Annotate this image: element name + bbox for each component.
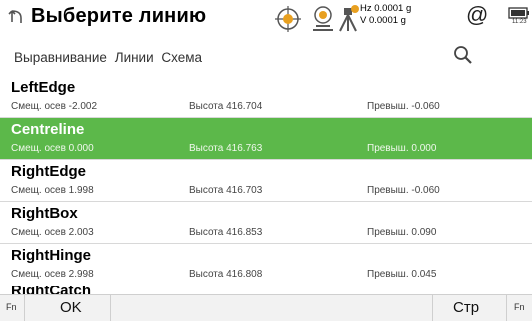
elevation-diff-value: Превыш. -0.060: [367, 101, 440, 112]
height-value: Высота 416.853: [189, 227, 263, 238]
list-item-selected[interactable]: Centreline Смещ. осев 0.000 Высота 416.7…: [0, 118, 532, 160]
height-value: Высота 416.808: [189, 269, 263, 280]
elevation-diff-value: Превыш. 0.000: [367, 143, 437, 154]
title-bar: Выберите линию Hz 0.0001 g V 0.0001 g @: [0, 0, 532, 40]
bottom-bar: Fn OK Стр Fn: [0, 294, 532, 321]
angle-readout: Hz 0.0001 g V 0.0001 g: [360, 3, 411, 27]
hz-readout: Hz 0.0001 g: [360, 3, 412, 14]
elevation-diff-value: Превыш. -0.060: [367, 185, 440, 196]
ok-button[interactable]: OK: [60, 299, 82, 316]
back-arrow-icon[interactable]: [5, 6, 27, 28]
tripod-icon[interactable]: [336, 4, 360, 39]
offset-value: Смещ. осев 2.003: [11, 227, 94, 238]
line-name: RightBox: [11, 205, 78, 222]
elevation-diff-value: Превыш. 0.045: [367, 269, 437, 280]
line-name: RightEdge: [11, 163, 86, 180]
tab-alignment[interactable]: Выравнивание: [14, 50, 107, 65]
offset-value: Смещ. осев 0.000: [11, 143, 94, 154]
list-item[interactable]: RightHinge Смещ. осев 2.998 Высота 416.8…: [0, 244, 532, 286]
line-name: LeftEdge: [11, 79, 76, 96]
offset-value: Смещ. осев -2.002: [11, 101, 98, 112]
divider: [432, 295, 433, 321]
height-value: Высота 416.763: [189, 143, 263, 154]
height-value: Высота 416.703: [189, 185, 263, 196]
divider: [506, 295, 507, 321]
list-item[interactable]: RightBox Смещ. осев 2.003 Высота 416.853…: [0, 202, 532, 244]
target-icon[interactable]: [273, 4, 303, 39]
fn-left-button[interactable]: Fn: [6, 302, 17, 312]
search-icon[interactable]: [452, 44, 474, 71]
instrument-icon[interactable]: [309, 4, 337, 39]
at-icon[interactable]: @: [466, 2, 488, 28]
line-list: LeftEdge Смещ. осев -2.002 Высота 416.70…: [0, 76, 532, 286]
tab-lines[interactable]: Линии: [115, 50, 154, 65]
elevation-diff-value: Превыш. 0.090: [367, 227, 437, 238]
list-item-partial[interactable]: RightCatch: [0, 286, 532, 294]
offset-value: Смещ. осев 2.998: [11, 269, 94, 280]
line-name: RightHinge: [11, 247, 91, 264]
page-title: Выберите линию: [31, 5, 207, 27]
list-item[interactable]: RightEdge Смещ. осев 1.998 Высота 416.70…: [0, 160, 532, 202]
tab-scheme[interactable]: Схема: [161, 50, 202, 65]
page-button[interactable]: Стр: [453, 299, 479, 316]
line-name: Centreline: [11, 121, 85, 138]
battery-time: 11:23: [512, 19, 527, 25]
offset-value: Смещ. осев 1.998: [11, 185, 94, 196]
height-value: Высота 416.704: [189, 101, 263, 112]
v-readout: V 0.0001 g: [360, 15, 406, 26]
divider: [24, 295, 25, 321]
list-item[interactable]: LeftEdge Смещ. осев -2.002 Высота 416.70…: [0, 76, 532, 118]
line-name: RightCatch: [11, 286, 91, 294]
tab-bar: Выравнивание Линии Схема: [14, 50, 206, 65]
divider: [110, 295, 111, 321]
fn-right-button[interactable]: Fn: [514, 302, 525, 312]
